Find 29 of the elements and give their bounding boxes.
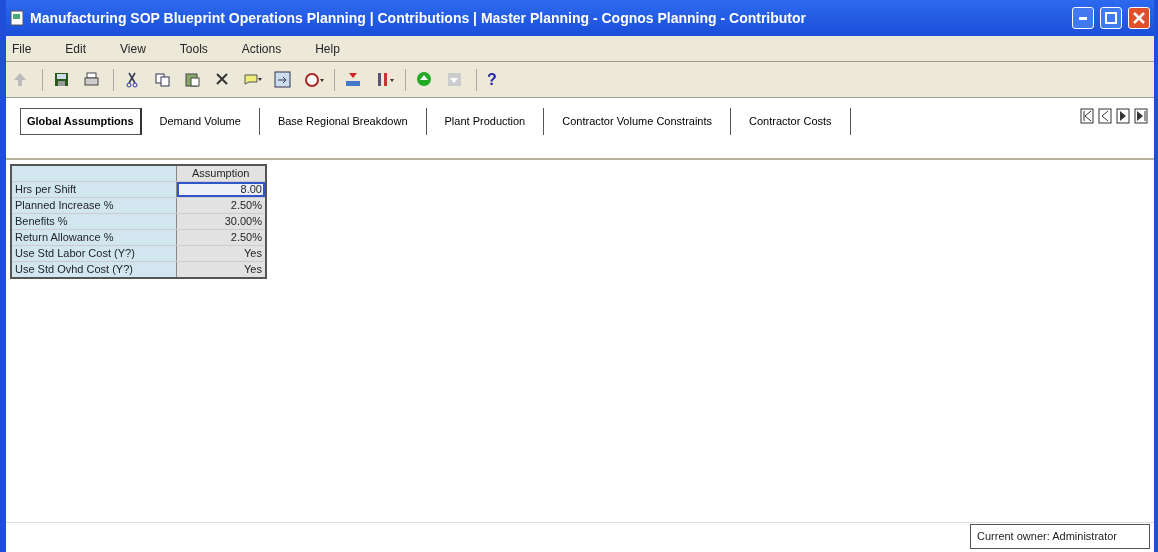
maximize-icon [1105,12,1117,24]
help-button[interactable]: ? [487,67,497,92]
note-button[interactable] [244,71,264,88]
last-page-icon[interactable] [1134,108,1148,124]
first-page-icon[interactable] [1080,108,1094,124]
column-header: Assumption [176,165,266,182]
maximize-button[interactable] [1100,7,1122,29]
minimize-button[interactable] [1072,7,1094,29]
sheet-tab[interactable]: Global Assumptions [20,108,142,135]
sheet-tab[interactable]: Contractor Volume Constraints [544,108,732,135]
sheet-tab[interactable]: Contractor Costs [731,108,851,135]
menu-item[interactable]: File [12,39,32,58]
previous-icon[interactable] [1098,108,1112,124]
minimize-icon [1079,16,1087,20]
menu-item[interactable]: View [120,39,146,58]
sheet-tab[interactable]: Demand Volume [141,108,260,135]
app-icon [10,10,24,26]
menu-item[interactable]: Edit [65,39,87,58]
menu-item[interactable]: Actions [241,39,282,58]
sheet-tab[interactable]: Plant Production [426,108,545,135]
menu-item[interactable]: Help [315,39,340,58]
status-owner: Current owner: Administrator [970,524,1150,549]
window-title: Manufacturing SOP Blueprint Operations Planning | Contributions | Master Planning - Cognos Planning - Contributor [30,8,807,28]
next-icon[interactable] [1116,108,1130,124]
close-button[interactable] [1128,7,1150,29]
sheet-tab[interactable]: Base Regional Breakdown [259,108,427,135]
menu-item[interactable]: Tools [179,39,208,58]
note-icon [244,71,264,88]
close-icon [1133,12,1145,24]
